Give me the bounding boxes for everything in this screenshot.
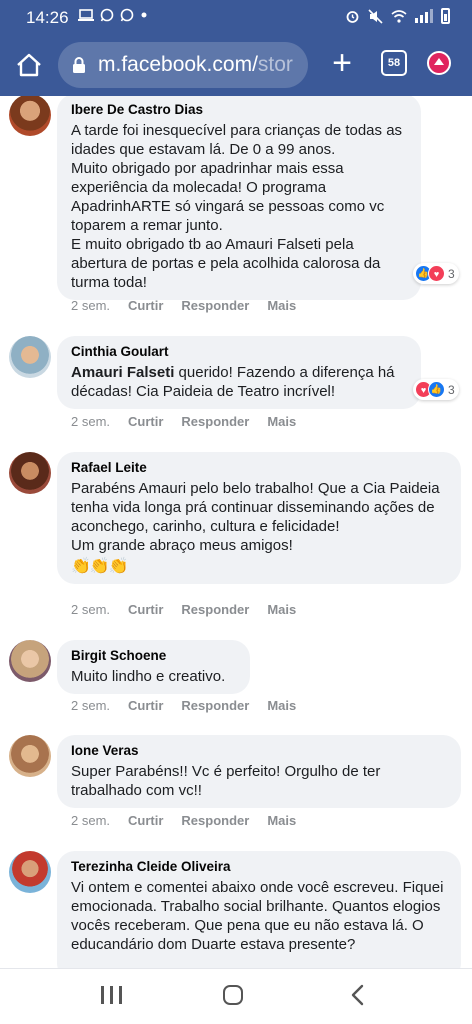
comment-bubble: Terezinha Cleide Oliveira Vi ontem e com… <box>57 851 461 968</box>
comment-time[interactable]: 2 sem. <box>71 698 110 713</box>
avatar[interactable] <box>9 735 51 777</box>
avatar[interactable] <box>9 851 51 893</box>
comments-list: Ibere De Castro Dias A tarde foi inesque… <box>0 96 472 968</box>
wifi-icon <box>391 9 407 23</box>
comment-text: A tarde foi inesquecível para crianças d… <box>71 122 403 291</box>
comment-time[interactable]: 2 sem. <box>71 298 110 313</box>
status-bar: 14:26 <box>0 0 472 36</box>
url-text: m.facebook.com/stor <box>98 53 293 76</box>
comment-text: Muito lindho e creativo. <box>71 668 226 685</box>
laptop-icon <box>78 9 94 21</box>
comment-text: Vi ontem e comentei abaixo onde você esc… <box>71 879 444 953</box>
browser-toolbar: 14:26 m.facebook.com/stor + 58 <box>0 0 472 96</box>
lock-icon <box>73 57 85 73</box>
more-button[interactable]: Mais <box>267 298 296 313</box>
tab-switcher-button[interactable]: 58 <box>381 50 407 76</box>
like-icon: 👍 <box>428 381 445 398</box>
comment-author[interactable]: Rafael Leite <box>71 460 447 475</box>
comment-time[interactable]: 2 sem. <box>71 813 110 828</box>
reply-button[interactable]: Responder <box>181 698 249 713</box>
avatar[interactable] <box>9 336 51 378</box>
home-icon[interactable] <box>223 985 243 1005</box>
comment-bubble: Rafael Leite Parabéns Amauri pelo belo t… <box>57 452 461 584</box>
whatsapp-icon <box>100 8 114 22</box>
comment-author[interactable]: Cinthia Goulart <box>71 344 407 359</box>
like-button[interactable]: Curtir <box>128 414 163 429</box>
recent-apps-icon[interactable] <box>101 986 122 1004</box>
avatar[interactable] <box>9 452 51 494</box>
reply-button[interactable]: Responder <box>181 414 249 429</box>
comment-bubble: Cinthia Goulart Amauri Falseti querido! … <box>57 336 421 409</box>
address-bar[interactable]: m.facebook.com/stor <box>58 42 308 88</box>
more-button[interactable]: Mais <box>267 602 296 617</box>
avatar[interactable] <box>9 640 51 682</box>
comment-actions: 2 sem. Curtir Responder Mais <box>71 414 296 429</box>
comment-time[interactable]: 2 sem. <box>71 602 110 617</box>
comment-actions: 2 sem. Curtir Responder Mais <box>71 698 296 713</box>
comment-time[interactable]: 2 sem. <box>71 414 110 429</box>
dot-icon <box>141 12 147 18</box>
mute-icon <box>368 8 383 24</box>
extension-icon[interactable] <box>427 51 451 75</box>
reply-button[interactable]: Responder <box>181 602 249 617</box>
whatsapp-icon <box>120 8 134 22</box>
alarm-icon <box>346 10 359 23</box>
like-button[interactable]: Curtir <box>128 298 163 313</box>
avatar[interactable] <box>9 96 51 136</box>
comment-text: Parabéns Amauri pelo belo trabalho! Que … <box>71 480 440 554</box>
more-button[interactable]: Mais <box>267 813 296 828</box>
comment-bubble: Ione Veras Super Parabéns!! Vc é perfeit… <box>57 735 461 808</box>
comment-author[interactable]: Terezinha Cleide Oliveira <box>71 859 447 874</box>
comment-author[interactable]: Birgit Schoene <box>71 648 236 663</box>
comment-author[interactable]: Ibere De Castro Dias <box>71 102 407 117</box>
like-button[interactable]: Curtir <box>128 602 163 617</box>
mention-link[interactable]: Amauri Falseti <box>71 364 174 381</box>
comment-actions: 2 sem. Curtir Responder Mais <box>71 602 296 617</box>
more-button[interactable]: Mais <box>267 414 296 429</box>
comment-text: Super Parabéns!! Vc é perfeito! Orgulho … <box>71 763 381 799</box>
reply-button[interactable]: Responder <box>181 813 249 828</box>
like-button[interactable]: Curtir <box>128 698 163 713</box>
battery-icon <box>441 8 450 24</box>
comment-actions: 2 sem. Curtir Responder Mais <box>71 813 296 828</box>
like-button[interactable]: Curtir <box>128 813 163 828</box>
reaction-summary[interactable]: ♥ 👍 3 <box>413 379 459 400</box>
comment-bubble: Ibere De Castro Dias A tarde foi inesque… <box>57 96 421 300</box>
reaction-count: 3 <box>448 266 455 281</box>
love-icon: ♥ <box>428 265 445 282</box>
signal-icon <box>415 9 433 23</box>
reaction-count: 3 <box>448 382 455 397</box>
new-tab-button[interactable]: + <box>326 46 358 80</box>
more-button[interactable]: Mais <box>267 698 296 713</box>
clapping-emoji: 👏👏👏 <box>71 558 129 575</box>
back-icon[interactable] <box>347 983 369 1007</box>
reply-button[interactable]: Responder <box>181 298 249 313</box>
comment-actions: 2 sem. Curtir Responder Mais <box>71 298 296 313</box>
reaction-summary[interactable]: 👍 ♥ 3 <box>413 263 459 284</box>
comment-bubble: Birgit Schoene Muito lindho e creativo. <box>57 640 250 694</box>
status-time: 14:26 <box>26 8 69 27</box>
comment-author[interactable]: Ione Veras <box>71 743 447 758</box>
home-button[interactable] <box>14 50 44 80</box>
system-nav-bar <box>0 968 472 1024</box>
